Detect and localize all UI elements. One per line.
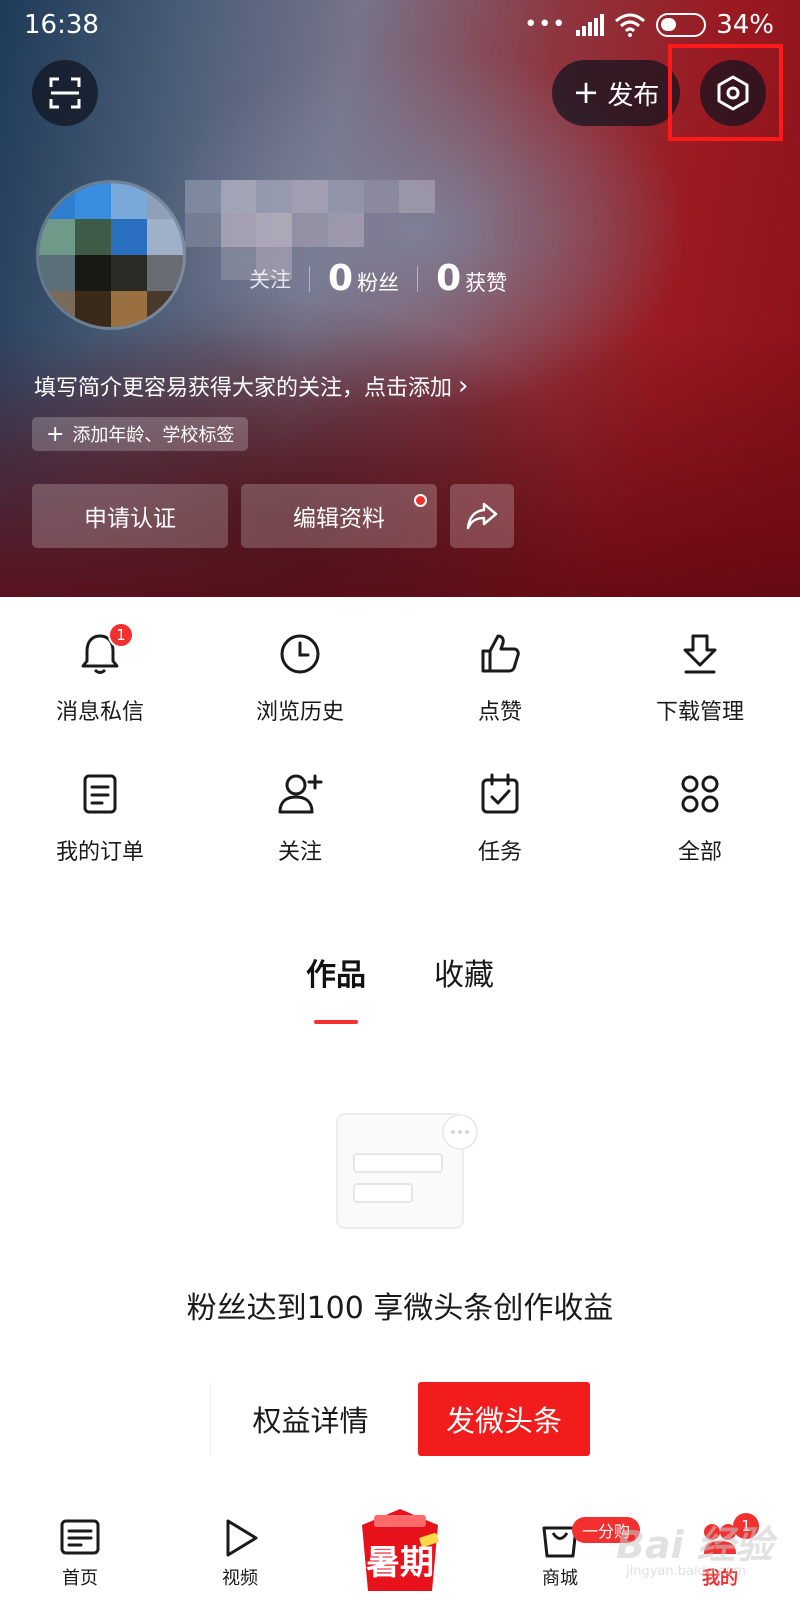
bell-icon: 1	[76, 622, 134, 678]
content-tabs: 作品 收藏	[0, 950, 800, 1024]
notification-dot	[414, 494, 427, 507]
settings-button[interactable]	[700, 60, 766, 126]
edit-profile-label: 编辑资料	[293, 506, 385, 532]
calendar-check-icon	[481, 773, 519, 814]
likes-label: 获赞	[465, 271, 508, 295]
promo-label: 暑期	[366, 1543, 434, 1583]
avatar[interactable]	[36, 180, 186, 330]
plus-icon: +	[572, 72, 600, 111]
battery-percentage: 34%	[716, 10, 774, 40]
stat-divider	[309, 265, 310, 292]
empty-state-message: 粉丝达到100 享微头条创作收益	[186, 1291, 614, 1326]
bio-prompt-text: 填写简介更容易获得大家的关注，点击添加	[34, 376, 453, 401]
menu-item-label: 点赞	[477, 700, 522, 725]
bio-prompt-link[interactable]: 填写简介更容易获得大家的关注，点击添加 ›	[34, 370, 468, 402]
following-stat[interactable]: 关注	[245, 264, 291, 294]
clock-icon	[280, 634, 320, 674]
nav-profile[interactable]: 我的	[660, 1508, 780, 1590]
profile-notification-badge: 1	[733, 1513, 759, 1539]
nav-video-label: 视频	[222, 1568, 258, 1589]
following-label: 关注	[249, 267, 291, 292]
post-micro-headline-label: 发微头条	[445, 1404, 562, 1438]
menu-item-label: 全部	[677, 840, 722, 865]
profile-stats: 关注 0 粉丝 0 获赞	[245, 258, 507, 299]
benefits-details-button[interactable]: 权益详情	[210, 1382, 410, 1456]
status-time: 16:38	[24, 10, 99, 40]
message-badge: 1	[108, 622, 134, 648]
followers-count: 0	[328, 258, 354, 299]
publish-button[interactable]: + 发布	[552, 60, 680, 126]
edit-profile-button[interactable]: 编辑资料	[241, 484, 437, 548]
menu-item-label: 浏览历史	[255, 700, 344, 725]
mall-promo-flag: 一分购	[572, 1517, 641, 1543]
grid-circles-icon	[681, 775, 719, 813]
followers-label: 粉丝	[357, 271, 400, 295]
menu-item-label: 关注	[277, 840, 322, 865]
likes-stat[interactable]: 0 获赞	[436, 258, 507, 299]
menu-item-orders[interactable]: 我的订单	[0, 770, 200, 910]
nav-profile-label: 我的	[702, 1568, 738, 1589]
menu-item-all[interactable]: 全部	[600, 770, 800, 910]
add-tags-chip[interactable]: + 添加年龄、学校标签	[32, 417, 249, 451]
quick-menu-grid: 1 消息私信 浏览历史 点赞 下载管理 我的订单 关注 任务 全部	[0, 622, 800, 910]
nav-mall-label: 商城	[542, 1568, 578, 1589]
settings-icon	[717, 75, 749, 111]
tab-works-label: 作品	[306, 958, 366, 993]
likes-count: 0	[436, 258, 462, 299]
stat-divider	[417, 265, 419, 292]
notification-dots: •••	[524, 12, 567, 37]
menu-item-messages[interactable]: 1 消息私信	[0, 622, 200, 770]
menu-item-label: 消息私信	[55, 700, 144, 725]
followers-stat[interactable]: 0 粉丝	[328, 258, 399, 299]
scan-button[interactable]	[32, 60, 98, 126]
battery-icon	[656, 13, 707, 37]
play-icon	[226, 1519, 258, 1557]
menu-item-downloads[interactable]: 下载管理	[600, 630, 800, 770]
add-follow-icon	[278, 774, 323, 814]
menu-item-label: 任务	[477, 840, 522, 865]
profile-header: 16:38 ••• 34% + 发布 关注 0 粉丝 0 获赞 填写简介更容易获…	[0, 0, 800, 597]
menu-item-tasks[interactable]: 任务	[400, 770, 600, 910]
nav-home-label: 首页	[62, 1568, 98, 1589]
menu-item-label: 我的订单	[55, 840, 144, 865]
chevron-right-icon: ›	[458, 371, 469, 401]
share-profile-button[interactable]	[450, 484, 514, 548]
add-tags-label: 添加年龄、学校标签	[72, 425, 235, 446]
apply-certification-button[interactable]: 申请认证	[32, 484, 228, 548]
publish-label: 发布	[607, 80, 660, 111]
empty-state-actions: 权益详情 发微头条	[0, 1382, 800, 1456]
tab-active-indicator	[314, 1020, 358, 1024]
plus-icon: +	[46, 421, 65, 447]
empty-content-illustration	[336, 1113, 478, 1229]
summer-promo-button[interactable]: 暑期	[348, 1505, 452, 1597]
tab-favorites-label: 收藏	[434, 958, 494, 993]
menu-item-following[interactable]: 关注	[200, 770, 400, 910]
scan-icon	[49, 77, 81, 109]
home-list-icon	[60, 1519, 100, 1555]
menu-item-label: 下载管理	[655, 700, 744, 725]
avatar-pixelated-image	[39, 183, 183, 327]
apply-certification-label: 申请认证	[84, 506, 176, 532]
download-icon	[683, 634, 717, 674]
menu-item-history[interactable]: 浏览历史	[200, 630, 400, 770]
status-indicators: ••• 34%	[524, 10, 774, 40]
post-micro-headline-button[interactable]: 发微头条	[418, 1382, 590, 1456]
wifi-icon	[615, 13, 646, 37]
menu-item-likes[interactable]: 点赞	[400, 630, 600, 770]
nav-video[interactable]: 视频	[180, 1508, 300, 1590]
order-list-icon	[83, 774, 117, 814]
signal-icon	[576, 14, 605, 36]
nav-home[interactable]: 首页	[20, 1508, 140, 1590]
status-bar: 16:38 ••• 34%	[0, 0, 800, 52]
share-icon	[466, 502, 498, 530]
tab-works[interactable]: 作品	[306, 950, 366, 1024]
thumbs-up-icon	[481, 634, 520, 673]
tab-favorites[interactable]: 收藏	[434, 950, 494, 994]
benefits-details-label: 权益详情	[252, 1404, 369, 1438]
